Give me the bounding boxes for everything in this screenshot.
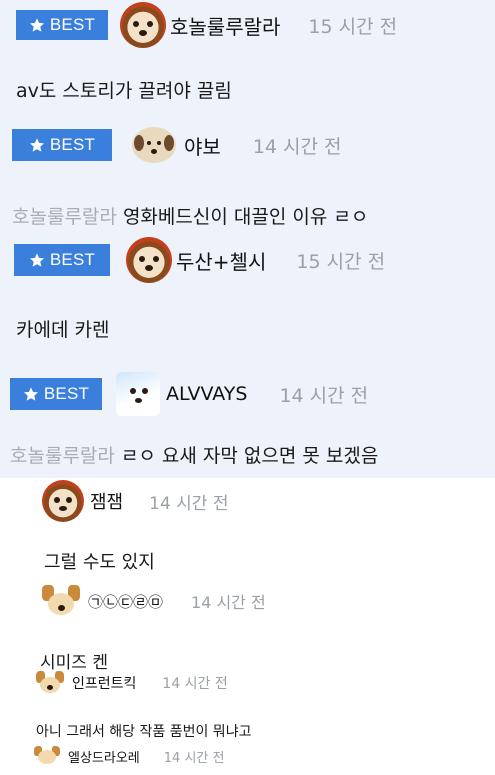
comment-text: 그럴 수도 있지 [44,552,155,573]
comment-header: 엘상드라오레 14 시간 전 [34,745,224,767]
username[interactable]: 야보 [184,131,221,160]
best-label: BEST [49,250,96,269]
avatar[interactable] [116,372,160,416]
timestamp: 14 시간 전 [279,384,369,407]
best-badge: BEST [10,378,102,410]
timestamp: 14 시간 전 [162,676,228,692]
username[interactable]: 두산+첼시 [176,246,266,275]
comment-text: 아니 그래서 해당 작품 품번이 뭐냐고 [36,724,252,740]
username[interactable]: 엘상드라오레 [68,747,140,766]
timestamp: 14 시간 전 [252,135,342,158]
avatar[interactable] [120,2,166,48]
timestamp: 14 시간 전 [149,493,229,514]
avatar[interactable] [42,585,80,617]
comment-text: av도 스토리가 끌려야 끌림 [16,80,232,102]
reply-mention[interactable]: 호놀룰루랄라 [12,206,117,228]
star-icon [29,138,44,152]
comment-text: 호놀룰루랄라 영화베드신이 대끌인 이유 ㄹㅇ [12,202,368,229]
avatar[interactable] [132,127,176,163]
username[interactable]: ALVVAYS [166,383,247,405]
best-badge: BEST [16,10,108,40]
username[interactable]: 잼잼 [90,488,123,514]
best-badge: BEST [12,129,112,161]
avatar[interactable] [126,237,172,283]
username[interactable]: ㉠㉡㉢㉣㉤ [88,591,163,612]
best-label: BEST [43,384,90,403]
comment-text: 호놀룰루랄라 ㄹㅇ 요새 자막 없으면 못 보겠음 [10,441,378,468]
best-comment-header: BEST ALVVAYS 14 시간 전 [10,372,368,416]
best-label: BEST [49,15,96,34]
star-icon [23,387,38,401]
username[interactable]: 인프런트킥 [72,673,136,693]
best-comment-header: BEST 두산+첼시 15 시간 전 [14,237,386,283]
best-comment-header: BEST 야보 14 시간 전 [12,127,342,163]
timestamp: 15 시간 전 [296,250,386,273]
reply-mention[interactable]: 호놀룰루랄라 [10,445,115,467]
comment-body: 영화베드신이 대끌인 이유 ㄹㅇ [122,206,369,228]
comment-text: 카에데 카렌 [16,319,110,341]
best-label: BEST [49,135,96,154]
comment-header: 잼잼 14 시간 전 [42,480,228,522]
comment-header: ㉠㉡㉢㉣㉤ 14 시간 전 [42,583,266,619]
timestamp: 14 시간 전 [163,750,225,766]
timestamp: 15 시간 전 [308,15,398,38]
username[interactable]: 호놀룰루랄라 [170,11,280,40]
best-comment-header: BEST 호놀룰루랄라 15 시간 전 [16,2,398,48]
avatar[interactable] [36,671,64,695]
star-icon [29,253,44,267]
timestamp: 14 시간 전 [191,593,266,612]
comment-body: ㄹㅇ 요새 자막 없으면 못 보겠음 [120,445,379,467]
avatar[interactable] [42,480,84,522]
comment-header: 인프런트킥 14 시간 전 [36,670,228,696]
avatar[interactable] [34,746,60,766]
best-badge: BEST [14,244,110,276]
star-icon [29,18,44,32]
